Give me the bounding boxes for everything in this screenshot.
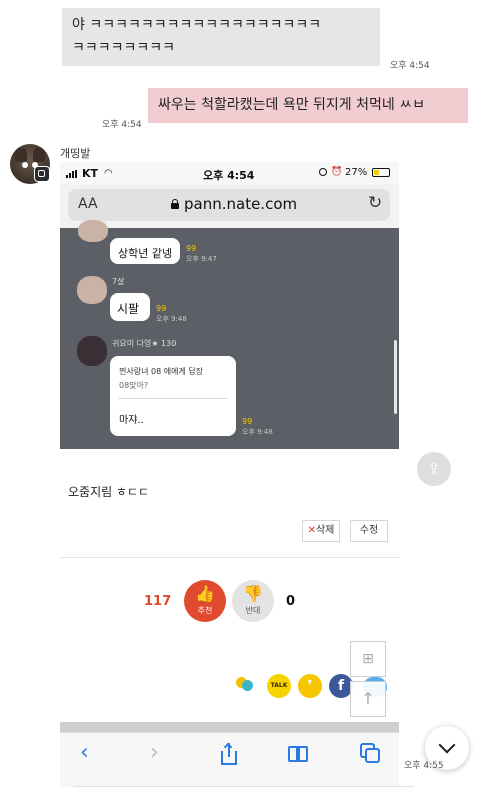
wifi-icon: ◠ <box>104 168 113 179</box>
chat-avatar <box>78 220 108 242</box>
reload-icon[interactable]: ↻ <box>368 193 382 213</box>
bookmark-float-button[interactable]: ⊞ <box>350 641 386 677</box>
like-count: 117 <box>144 594 172 609</box>
chevron-down-icon <box>438 736 456 754</box>
chat-avatar <box>77 276 107 304</box>
chat-avatar <box>77 336 107 366</box>
thumbs-up-icon: 👍 <box>195 584 215 603</box>
chat-bubble: 시팔 <box>110 293 150 321</box>
share-band-icon[interactable] <box>236 677 254 691</box>
chat-screenshot-image: 상학년 같넹 99 오후 9:47 7살 시팔 99 오후 9:48 귀요미 다… <box>60 220 399 449</box>
url-field[interactable]: AA pann.nate.com ↻ <box>68 189 390 221</box>
chat-time: 오후 9:48 <box>242 428 273 436</box>
message-text-line2: ㅋㅋㅋㅋㅋㅋㅋㅋ <box>72 40 176 56</box>
reply-quote-sub: 08맞아? <box>119 381 149 390</box>
scroll-indicator <box>394 340 397 414</box>
share-icon[interactable] <box>218 742 240 765</box>
battery-icon <box>372 168 390 177</box>
chat-sender: 7살 <box>112 277 125 286</box>
unread-count: 99 <box>186 244 197 253</box>
kakaotalk-label: TALK <box>270 682 288 689</box>
chat-text: 시팔 <box>117 302 140 316</box>
share-float-button[interactable]: ⇪ <box>417 452 451 486</box>
signal-icon <box>66 170 82 178</box>
unread-count: 99 <box>156 304 167 313</box>
carrier-label: KT <box>82 167 99 180</box>
chat-time: 오후 9:48 <box>156 315 187 323</box>
chat-bubble: 상학년 같넹 <box>110 238 180 264</box>
message-time: 오후 4:54 <box>102 120 142 130</box>
url-text: pann.nate.com <box>184 195 298 213</box>
kakaotalk-share-icon[interactable]: TALK <box>267 674 291 698</box>
reply-divider <box>118 398 228 399</box>
bookmarks-icon[interactable] <box>288 744 310 766</box>
chat-reply-bubble: 찐사랑녀 08 에에게 답장 08맞아? 마쟈.. <box>110 356 236 436</box>
delete-button[interactable]: ✕삭제 <box>302 520 340 542</box>
sender-name: 개띵발 <box>60 147 91 160</box>
post-text: 오줌지림 ㅎㄷㄷ <box>68 485 150 499</box>
message-text-line1: 야 ㅋㅋㅋㅋㅋㅋㅋㅋㅋㅋㅋㅋㅋㅋㅋㅋㅋㅋ <box>72 17 322 33</box>
message-time: 오후 4:54 <box>390 61 430 71</box>
battery-percent: 27% <box>345 167 368 178</box>
text-size-button[interactable]: AA <box>78 196 98 212</box>
edit-label: 수정 <box>359 525 379 536</box>
browser-address-bar: AA pann.nate.com ↻ <box>60 184 399 228</box>
upload-icon: ⇪ <box>427 459 441 478</box>
chat-sender: 귀요미 다영★ 130 <box>112 339 177 348</box>
profile-badge-icon <box>34 166 50 182</box>
message-time: 오후 4:55 <box>404 761 444 771</box>
back-icon[interactable]: ‹ <box>80 740 89 765</box>
chat-text: 상학년 같넹 <box>118 247 173 260</box>
lock-icon <box>171 199 179 209</box>
post-divider <box>60 557 399 558</box>
reply-quote: 찐사랑녀 08 에에게 답장 <box>119 367 204 376</box>
dislike-count: 0 <box>286 594 296 609</box>
scroll-top-float-button[interactable]: ↑ <box>350 681 386 717</box>
clock-label: 오후 4:54 <box>203 169 255 182</box>
kakaostory-share-icon[interactable]: ❜ <box>298 674 322 698</box>
shared-screenshot[interactable]: KT ◠ 오후 4:54 ⏰ 27% AA pann.nate.com ↻ 상학… <box>60 162 399 787</box>
tabs-icon[interactable] <box>360 743 382 765</box>
dislike-label: 반대 <box>245 606 261 615</box>
like-button[interactable]: 👍 추천 <box>184 580 226 622</box>
message-bubble-received: 야 ㅋㅋㅋㅋㅋㅋㅋㅋㅋㅋㅋㅋㅋㅋㅋㅋㅋㅋ ㅋㅋㅋㅋㅋㅋㅋㅋ <box>62 8 380 66</box>
unread-count: 99 <box>242 417 253 426</box>
lock-rotation-icon <box>319 168 327 176</box>
gray-strip <box>60 722 399 732</box>
chat-time: 오후 9:47 <box>186 255 217 263</box>
delete-label: 삭제 <box>315 525 335 536</box>
edit-button[interactable]: 수정 <box>350 520 388 542</box>
phone-status-bar: KT ◠ 오후 4:54 ⏰ 27% <box>60 162 399 184</box>
dislike-button[interactable]: 👎 반대 <box>232 580 274 622</box>
message-text: 싸우는 척할라캤는데 욕만 뒤지게 처먹네 ㅆㅂ <box>158 97 425 113</box>
like-label: 추천 <box>197 606 213 615</box>
browser-toolbar: ‹ › <box>60 732 399 787</box>
thumbs-down-icon: 👎 <box>243 584 263 603</box>
message-bubble-sent: 싸우는 척할라캤는데 욕만 뒤지게 처먹네 ㅆㅂ <box>148 88 468 123</box>
forward-icon[interactable]: › <box>150 740 159 765</box>
chat-text: 마쟈.. <box>119 415 144 426</box>
alarm-icon: ⏰ <box>331 167 343 177</box>
